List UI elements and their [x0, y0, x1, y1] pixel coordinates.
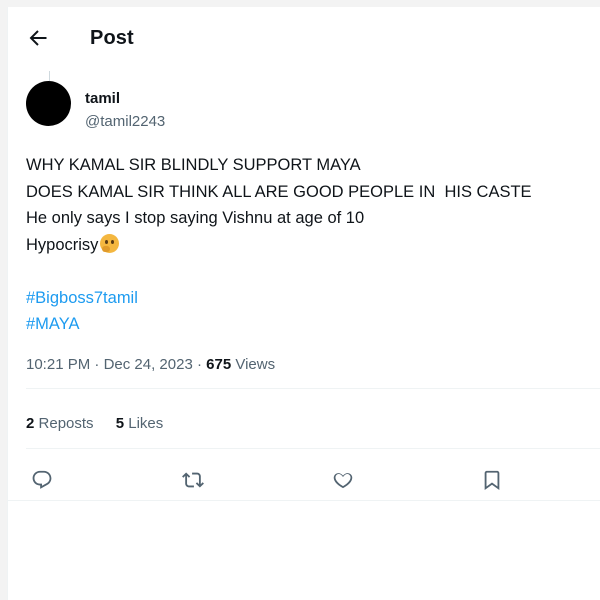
tweet-line-hypocrisy: Hypocrisy	[26, 232, 596, 259]
reposts-label: Reposts	[38, 415, 94, 432]
reply-icon	[32, 470, 52, 489]
bookmark-button[interactable]	[481, 469, 505, 493]
author-display-name[interactable]: tamil	[85, 90, 120, 107]
arrow-left-icon	[29, 30, 47, 46]
thread-line	[49, 71, 50, 81]
heart-icon	[333, 473, 353, 489]
avatar[interactable]	[26, 81, 71, 126]
engagement-stats: 2 Reposts 5 Likes	[26, 415, 181, 432]
post-date[interactable]: Dec 24, 2023	[104, 356, 193, 373]
tweet-line: WHY KAMAL SIR BLINDLY SUPPORT MAYA	[26, 156, 361, 174]
thinking-face-emoji-icon	[100, 233, 120, 253]
page-title: Post	[90, 27, 134, 49]
likes-stat[interactable]: 5 Likes	[116, 415, 164, 432]
meta-separator: ·	[94, 356, 100, 373]
tweet-text: WHY KAMAL SIR BLINDLY SUPPORT MAYA DOES …	[26, 152, 596, 338]
post-header: Post	[8, 7, 600, 69]
post-card: Post tamil @tamil2243 WHY KAMAL SIR BLIN…	[7, 7, 600, 600]
like-button[interactable]	[332, 469, 356, 493]
likes-label: Likes	[128, 415, 164, 432]
divider	[26, 448, 600, 449]
author-handle[interactable]: @tamil2243	[85, 113, 165, 130]
tweet-line: DOES KAMAL SIR THINK ALL ARE GOOD PEOPLE…	[26, 182, 532, 201]
repost-button[interactable]	[182, 469, 206, 493]
hashtag-link[interactable]: #MAYA	[26, 311, 596, 338]
repost-icon	[182, 472, 204, 488]
tweet-line: He only says I stop saying Vishnu at age…	[26, 209, 365, 227]
divider	[8, 500, 600, 501]
views-label: Views	[235, 356, 276, 373]
reposts-count: 2	[26, 415, 35, 432]
tweet-line-text: Hypocrisy	[26, 235, 99, 254]
meta-separator: ·	[196, 356, 202, 373]
back-button[interactable]	[26, 26, 50, 50]
action-bar	[8, 469, 600, 495]
divider	[26, 388, 600, 389]
bookmark-icon	[484, 470, 500, 491]
post-meta: 10:21 PM · Dec 24, 2023 · 675 Views	[26, 356, 275, 373]
views-count: 675	[206, 356, 232, 373]
hashtag-link[interactable]: #Bigboss7tamil	[26, 285, 596, 312]
reply-button[interactable]	[31, 469, 55, 493]
post-time[interactable]: 10:21 PM	[26, 356, 90, 373]
reposts-stat[interactable]: 2 Reposts	[26, 415, 94, 432]
likes-count: 5	[115, 415, 125, 432]
